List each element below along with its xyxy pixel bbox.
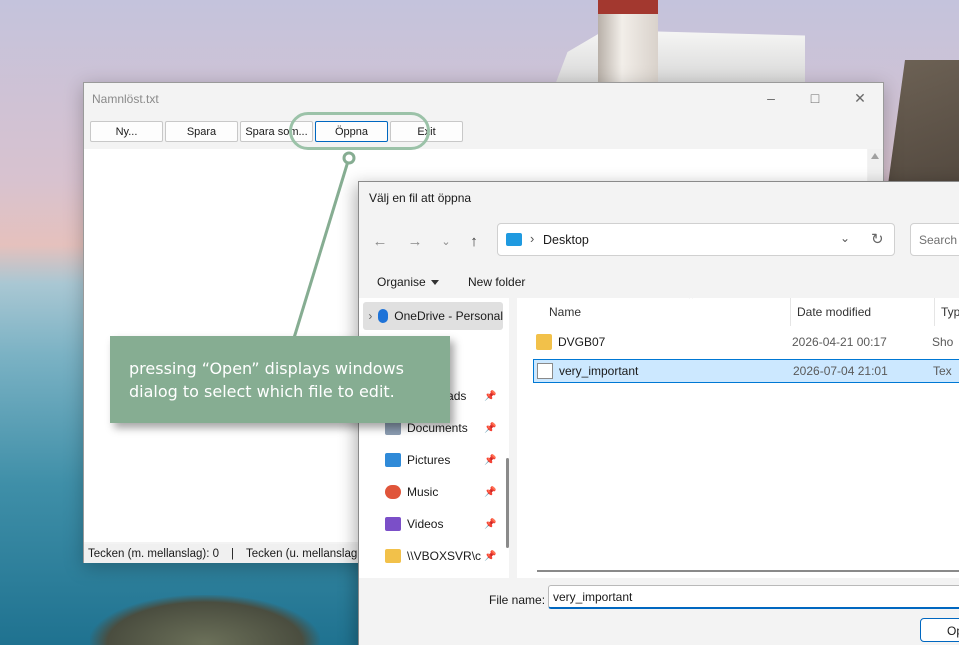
- callout-text-line2: dialog to select which file to edit.: [129, 382, 395, 401]
- callout-text-line1: pressing “Open” displays windows: [129, 359, 404, 378]
- callout-connector: [292, 151, 356, 339]
- callout-box: pressing “Open” displays windows dialog …: [110, 336, 450, 423]
